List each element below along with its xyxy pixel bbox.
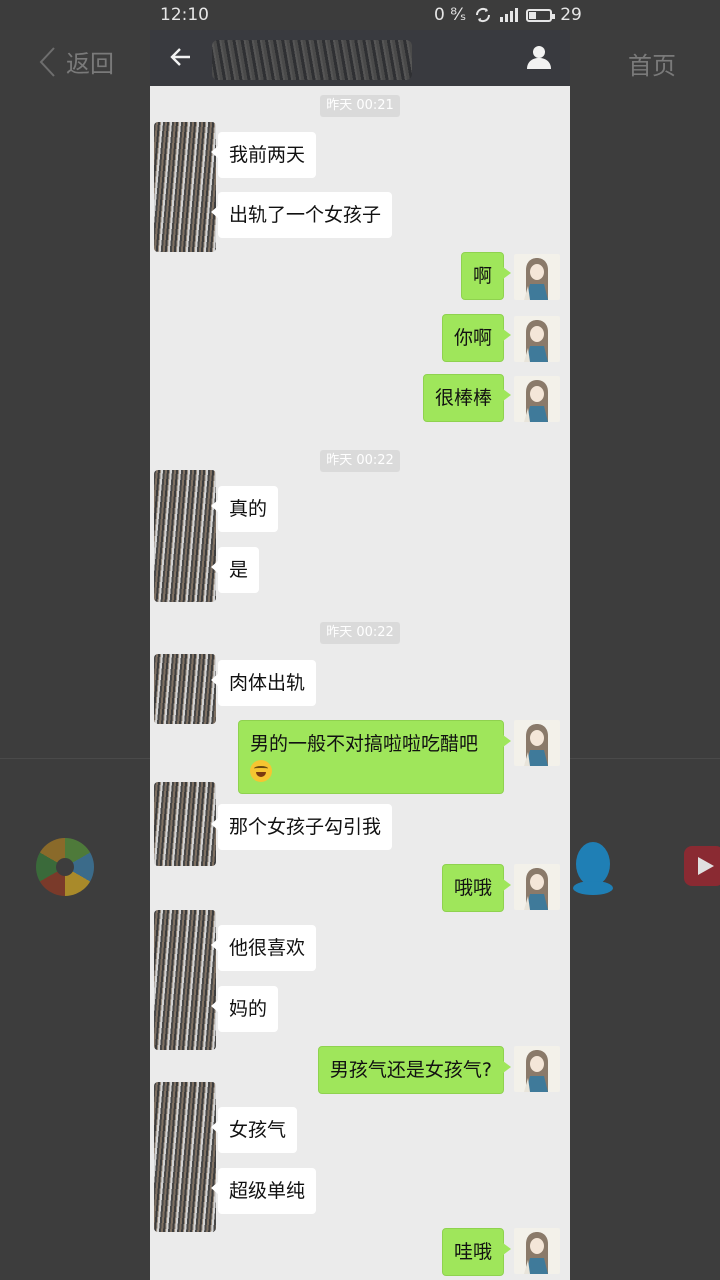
timestamp: 昨天 00:22 xyxy=(320,622,400,644)
my-avatar[interactable] xyxy=(514,1228,560,1274)
aperture-app-icon xyxy=(36,838,94,896)
contact-avatar-blurred[interactable] xyxy=(154,470,216,602)
contact-avatar-blurred[interactable] xyxy=(154,782,216,866)
background-back-button: 返回 xyxy=(38,44,114,79)
anime-girl-avatar-icon xyxy=(524,868,548,910)
timestamp: 昨天 00:22 xyxy=(320,450,400,472)
battery-level: 29 xyxy=(560,5,582,25)
video-app-icon xyxy=(684,846,720,886)
anime-girl-avatar-icon xyxy=(524,1050,548,1092)
battery-icon xyxy=(526,8,556,22)
contact-avatar-blurred[interactable] xyxy=(154,122,216,252)
message-incoming[interactable]: 是 xyxy=(210,547,260,593)
contact-avatar-blurred[interactable] xyxy=(154,910,216,1050)
contact-avatar-blurred[interactable] xyxy=(154,654,216,724)
message-outgoing[interactable]: 男孩气还是女孩气? xyxy=(317,1046,512,1094)
sync-icon xyxy=(476,7,491,23)
signal-icon xyxy=(500,8,519,22)
chat-title-redacted xyxy=(212,40,412,80)
user-profile-icon[interactable] xyxy=(526,44,552,70)
anime-girl-avatar-icon xyxy=(524,1232,548,1274)
message-incoming[interactable]: 超级单纯 xyxy=(210,1168,317,1214)
contact-avatar-blurred[interactable] xyxy=(154,1082,216,1232)
timestamp: 昨天 00:21 xyxy=(320,95,400,117)
message-outgoing[interactable]: 很棒棒 xyxy=(422,374,512,422)
background-back-label: 返回 xyxy=(66,50,114,78)
anime-girl-avatar-icon xyxy=(524,380,548,422)
message-incoming[interactable]: 出轨了一个女孩子 xyxy=(210,192,393,238)
my-avatar[interactable] xyxy=(514,720,560,766)
status-time: 12:10 xyxy=(160,5,209,25)
message-incoming[interactable]: 妈的 xyxy=(210,986,279,1032)
arrow-left-icon[interactable] xyxy=(168,44,194,70)
status-icons: 0 ⁸⁄ₛ 29 xyxy=(434,5,582,25)
anime-girl-avatar-icon xyxy=(524,320,548,362)
message-outgoing[interactable]: 男的一般不对搞啦啦吃醋吧 xyxy=(238,720,511,794)
message-outgoing[interactable]: 啊 xyxy=(460,252,512,300)
message-incoming[interactable]: 我前两天 xyxy=(210,132,317,178)
message-outgoing[interactable]: 你啊 xyxy=(441,314,512,362)
my-avatar[interactable] xyxy=(514,254,560,300)
status-bar: 12:10 0 ⁸⁄ₛ 29 xyxy=(0,0,720,30)
message-incoming[interactable]: 真的 xyxy=(210,486,279,532)
my-avatar[interactable] xyxy=(514,1046,560,1092)
chat-panel: 昨天 00:21 昨天 00:22 昨天 00:22 我前两天 出轨了一个女孩子… xyxy=(150,30,570,1280)
qq-penguin-icon xyxy=(573,842,613,895)
chat-header xyxy=(150,30,570,86)
my-avatar[interactable] xyxy=(514,316,560,362)
message-incoming[interactable]: 他很喜欢 xyxy=(210,925,317,971)
message-incoming[interactable]: 肉体出轨 xyxy=(210,660,317,706)
my-avatar[interactable] xyxy=(514,376,560,422)
data-rate: 0 ⁸⁄ₛ xyxy=(434,5,467,25)
message-text: 男的一般不对搞啦啦吃醋吧 xyxy=(250,733,479,755)
background-home-label: 首页 xyxy=(628,52,676,80)
anime-girl-avatar-icon xyxy=(524,258,548,300)
message-outgoing[interactable]: 哦哦 xyxy=(441,864,512,912)
face-with-tears-of-joy-icon xyxy=(250,759,272,782)
chevron-left-icon xyxy=(39,46,55,77)
message-outgoing[interactable]: 哇哦 xyxy=(441,1228,512,1276)
anime-girl-avatar-icon xyxy=(524,724,548,766)
message-incoming[interactable]: 那个女孩子勾引我 xyxy=(210,804,393,850)
message-incoming[interactable]: 女孩气 xyxy=(210,1107,298,1153)
my-avatar[interactable] xyxy=(514,864,560,910)
